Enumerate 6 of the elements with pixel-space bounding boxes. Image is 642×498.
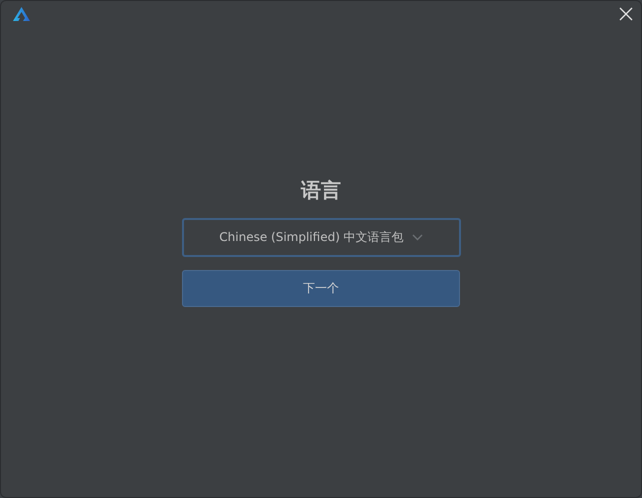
language-dropdown[interactable]: Chinese (Simplified) 中文语言包 <box>182 218 460 257</box>
close-button[interactable] <box>619 7 633 21</box>
heading: 语言 <box>301 177 341 204</box>
chevron-down-icon <box>412 234 423 241</box>
logo-icon <box>13 7 30 21</box>
next-button[interactable]: 下一个 <box>182 270 460 307</box>
